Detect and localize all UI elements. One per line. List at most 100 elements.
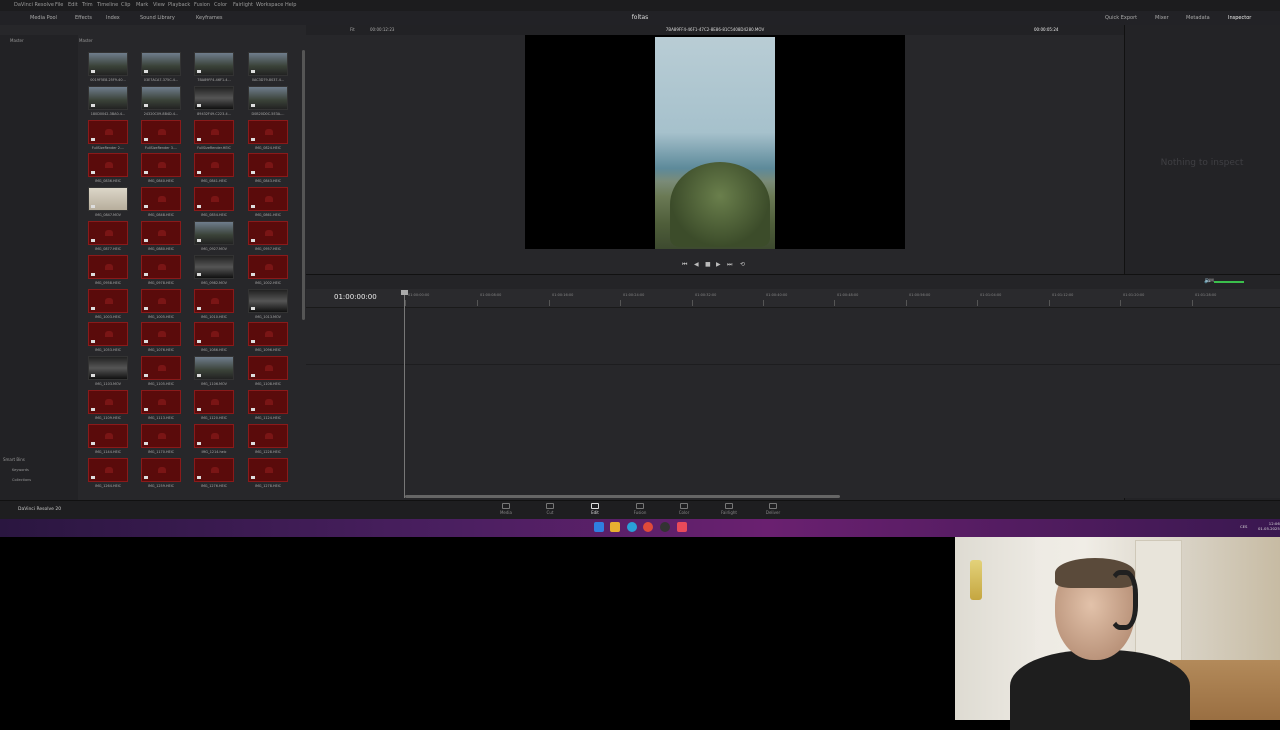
clip-thumbnail[interactable] [248, 457, 288, 482]
clip-thumbnail[interactable] [88, 390, 128, 414]
clip-thumbnail[interactable] [248, 119, 288, 144]
clip-thumbnail[interactable] [248, 52, 288, 76]
clip-thumbnail[interactable] [88, 153, 128, 178]
menu-workspace[interactable]: Workspace [256, 0, 283, 11]
index-button[interactable]: Index [106, 11, 120, 25]
menu-mark[interactable]: Mark [136, 0, 148, 11]
page-edit-icon[interactable] [591, 503, 599, 509]
menu-davinci-resolve[interactable]: DaVinci Resolve [14, 0, 54, 11]
clip-thumbnail[interactable] [141, 187, 181, 212]
page-tab-fairlight[interactable]: Fairlight [714, 510, 744, 515]
play-reverse-icon[interactable]: ◀ [694, 261, 699, 268]
clip-thumbnail[interactable] [88, 187, 128, 212]
clip-thumbnail[interactable] [141, 221, 181, 245]
language-indicator[interactable]: CES [1240, 524, 1247, 529]
clip-thumbnail[interactable] [248, 153, 288, 178]
start-icon[interactable] [594, 522, 604, 532]
clip-thumbnail[interactable] [141, 153, 181, 178]
menu-edit[interactable]: Edit [68, 0, 78, 11]
clip-thumbnail[interactable] [88, 288, 128, 313]
clip-thumbnail[interactable] [194, 356, 234, 381]
clip-thumbnail[interactable] [141, 423, 181, 448]
clip-thumbnail[interactable] [194, 153, 234, 178]
menu-timeline[interactable]: Timeline [97, 0, 118, 11]
clip-thumbnail[interactable] [194, 423, 234, 448]
page-tab-deliver[interactable]: Deliver [758, 510, 788, 515]
metadata-button[interactable]: Metadata [1186, 11, 1210, 25]
clip-thumbnail[interactable] [194, 187, 234, 212]
menu-view[interactable]: View [153, 0, 165, 11]
page-tab-color[interactable]: Color [669, 510, 699, 515]
clip-thumbnail[interactable] [248, 187, 288, 212]
clip-thumbnail[interactable] [194, 254, 234, 279]
resolve-icon[interactable] [660, 522, 670, 532]
clip-thumbnail[interactable] [88, 85, 128, 110]
clip-thumbnail[interactable] [194, 322, 234, 347]
edge-icon[interactable] [627, 522, 637, 532]
file-explorer-icon[interactable] [610, 522, 620, 532]
menu-fairlight[interactable]: Fairlight [233, 0, 253, 11]
clip-thumbnail[interactable] [248, 85, 288, 110]
page-cut-icon[interactable] [546, 503, 554, 509]
app-icon[interactable] [677, 522, 687, 532]
clip-thumbnail[interactable] [248, 288, 288, 313]
clip-thumbnail[interactable] [141, 119, 181, 144]
clip-thumbnail[interactable] [141, 254, 181, 279]
menu-playback[interactable]: Playback [168, 0, 190, 11]
speaker-icon[interactable]: 🔈 [1204, 277, 1211, 284]
clip-thumbnail[interactable] [248, 221, 288, 245]
menu-file[interactable]: File [55, 0, 63, 11]
chrome-icon[interactable] [643, 522, 653, 532]
clip-thumbnail[interactable] [194, 288, 234, 313]
page-tab-media[interactable]: Media [491, 510, 521, 515]
timeline-scrollbar[interactable] [405, 495, 840, 498]
page-color-icon[interactable] [680, 503, 688, 509]
stop-icon[interactable]: ■ [705, 261, 711, 268]
clip-thumbnail[interactable] [88, 254, 128, 279]
clip-thumbnail[interactable] [194, 52, 234, 76]
playhead-handle[interactable] [401, 290, 408, 295]
clip-thumbnail[interactable] [248, 322, 288, 347]
volume-slider[interactable] [1214, 281, 1244, 283]
page-deliver-icon[interactable] [769, 503, 777, 509]
clip-thumbnail[interactable] [141, 356, 181, 381]
page-tab-cut[interactable]: Cut [535, 510, 565, 515]
inspector-button[interactable]: Inspector [1228, 11, 1251, 25]
clip-thumbnail[interactable] [248, 423, 288, 448]
clip-thumbnail[interactable] [141, 52, 181, 76]
media-pool-scrollbar[interactable] [302, 50, 305, 320]
clip-thumbnail[interactable] [248, 254, 288, 279]
page-fairlight-icon[interactable] [725, 503, 733, 509]
clip-thumbnail[interactable] [141, 457, 181, 482]
clip-thumbnail[interactable] [141, 322, 181, 347]
clip-thumbnail[interactable] [88, 457, 128, 482]
timeline-ruler[interactable] [306, 289, 1280, 308]
sound-library-button[interactable]: Sound Library [140, 11, 175, 25]
menu-trim[interactable]: Trim [82, 0, 93, 11]
clip-thumbnail[interactable] [141, 288, 181, 313]
clip-thumbnail[interactable] [141, 390, 181, 414]
clip-thumbnail[interactable] [88, 119, 128, 144]
clip-thumbnail[interactable] [194, 119, 234, 144]
effects-button[interactable]: Effects [75, 11, 92, 25]
clip-thumbnail[interactable] [194, 457, 234, 482]
page-fusion-icon[interactable] [636, 503, 644, 509]
master-bin[interactable]: Master [10, 38, 24, 43]
skip-forward-icon[interactable]: ⏭ [727, 261, 732, 269]
clip-thumbnail[interactable] [194, 85, 234, 110]
skip-back-icon[interactable]: ⏮ [682, 261, 687, 269]
page-tab-fusion[interactable]: Fusion [625, 510, 655, 515]
page-media-icon[interactable] [502, 503, 510, 509]
clip-thumbnail[interactable] [88, 52, 128, 76]
fit-dropdown[interactable]: Fit [350, 25, 355, 35]
play-icon[interactable]: ▶ [716, 261, 721, 268]
mixer-button[interactable]: Mixer [1155, 11, 1169, 25]
clip-thumbnail[interactable] [88, 221, 128, 245]
clip-thumbnail[interactable] [194, 221, 234, 245]
track-area[interactable] [306, 308, 1280, 498]
smart-bin-keywords[interactable]: Keywords [12, 468, 29, 472]
quick-export-button[interactable]: Quick Export [1105, 11, 1137, 25]
clip-thumbnail[interactable] [248, 390, 288, 414]
clip-thumbnail[interactable] [194, 390, 234, 414]
menu-color[interactable]: Color [214, 0, 227, 11]
